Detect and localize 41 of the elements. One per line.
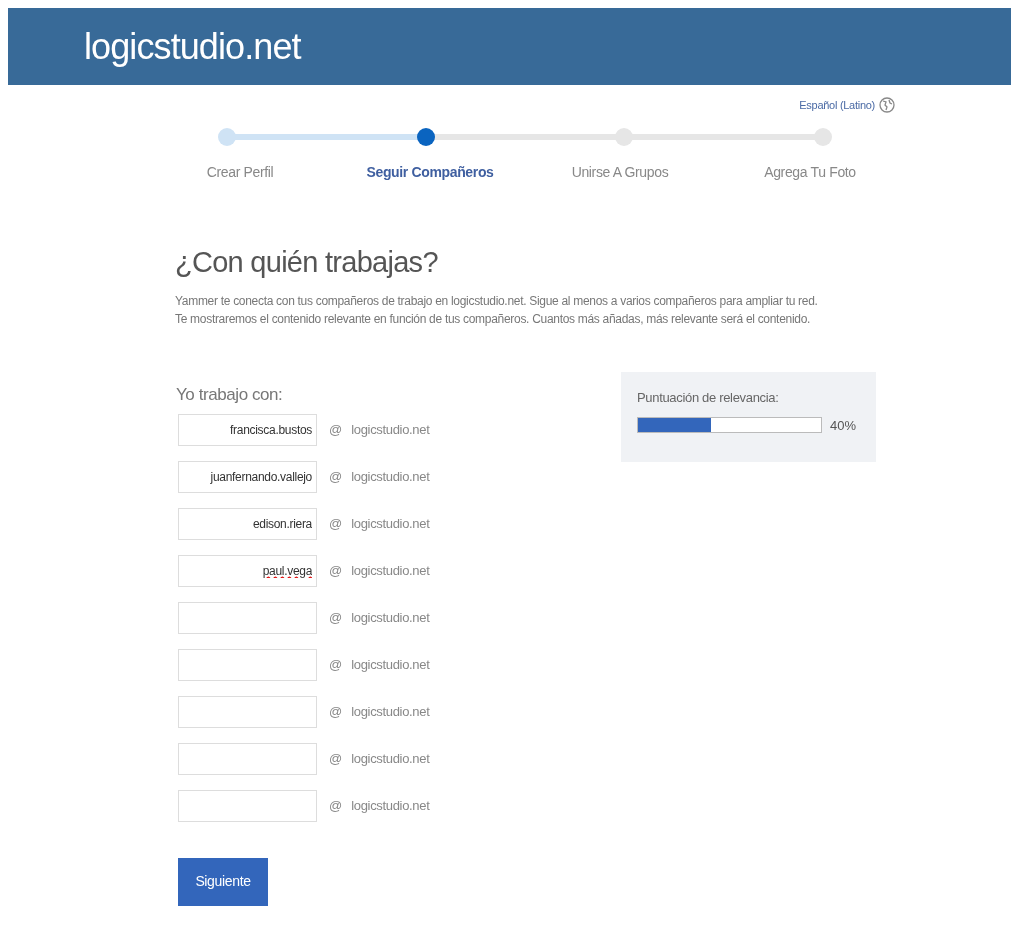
at-sign: @ bbox=[329, 796, 343, 815]
relevance-label: Puntuación de relevancia: bbox=[637, 389, 780, 407]
domain-text: logicstudio.net bbox=[351, 514, 430, 533]
colleague-field[interactable] bbox=[178, 648, 317, 681]
at-sign: @ bbox=[329, 514, 343, 533]
next-button[interactable]: Siguiente bbox=[178, 857, 268, 906]
at-sign: @ bbox=[329, 561, 343, 580]
intro-text: Yammer te conecta con tus compañeros de trabajo en logicstudio.net. Sigue al menos a varios compañeros para ampliar tu red. bbox=[175, 293, 819, 310]
at-sign: @ bbox=[329, 749, 343, 768]
colleague-field[interactable]: edison.riera bbox=[178, 507, 317, 540]
colleague-field[interactable]: paul.vega bbox=[178, 554, 317, 587]
colleague-field[interactable] bbox=[178, 695, 317, 728]
at-sign: @ bbox=[329, 467, 343, 486]
at-sign: @ bbox=[329, 420, 343, 439]
step-label: Crear Perfil bbox=[205, 162, 275, 182]
step-label: Unirse A Grupos bbox=[570, 162, 670, 182]
domain-text: logicstudio.net bbox=[351, 467, 430, 486]
step-label: Seguir Compañeros bbox=[365, 162, 495, 182]
form-label: Yo trabajo con: bbox=[176, 384, 284, 406]
step-label: Agrega Tu Foto bbox=[763, 162, 857, 182]
domain-text: logicstudio.net bbox=[351, 561, 430, 580]
colleague-field[interactable]: francisca.bustos bbox=[178, 413, 317, 446]
at-sign: @ bbox=[329, 608, 343, 627]
colleague-field[interactable]: juanfernando.vallejo bbox=[178, 460, 317, 493]
domain-text: logicstudio.net bbox=[351, 608, 430, 627]
colleague-field[interactable] bbox=[178, 789, 317, 822]
intro-text: Te mostraremos el contenido relevante en función de tus compañeros. Cuantos más añadas, más relevante será el contenido. bbox=[175, 311, 812, 328]
globe-icon bbox=[879, 97, 895, 114]
at-sign: @ bbox=[329, 655, 343, 674]
site-title: logicstudio.net bbox=[84, 24, 301, 69]
language-link[interactable]: Español (Latino) bbox=[799, 97, 875, 114]
colleague-field[interactable] bbox=[178, 601, 317, 634]
at-sign: @ bbox=[329, 702, 343, 721]
domain-text: logicstudio.net bbox=[351, 702, 430, 721]
domain-text: logicstudio.net bbox=[351, 655, 430, 674]
domain-text: logicstudio.net bbox=[351, 796, 430, 815]
page-heading: ¿Con quién trabajas? bbox=[175, 244, 439, 280]
domain-text: logicstudio.net bbox=[351, 420, 430, 439]
relevance-reading: 40% bbox=[830, 416, 857, 435]
domain-text: logicstudio.net bbox=[351, 749, 430, 768]
colleague-field[interactable] bbox=[178, 742, 317, 775]
